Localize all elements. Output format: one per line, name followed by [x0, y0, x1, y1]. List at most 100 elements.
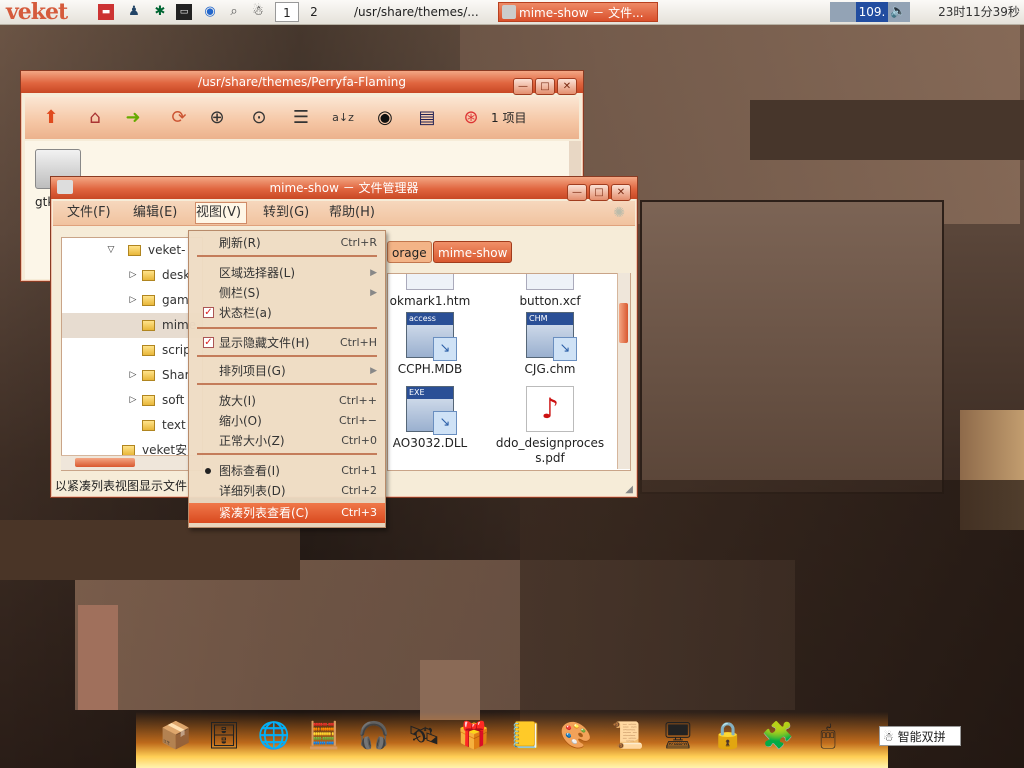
mime-show-titlebar[interactable]: mime-show － 文件管理器 — □ ✕ [51, 177, 637, 201]
tree-row[interactable]: scrip [62, 338, 202, 363]
maximize-button[interactable]: □ [589, 184, 609, 201]
file-item[interactable]: okmark1.htm [388, 274, 490, 309]
globe-plane-icon[interactable]: 🌐 [256, 718, 292, 754]
package-icon[interactable]: 📦 [158, 718, 194, 754]
notepad-icon[interactable]: 📒 [508, 718, 544, 754]
radio-selected-icon[interactable] [205, 468, 211, 474]
tree-row[interactable]: text [62, 413, 202, 438]
menu-go[interactable]: 转到(G) [263, 201, 309, 225]
expander-icon[interactable]: ▷ [128, 288, 138, 313]
expander-icon[interactable]: ▷ [128, 263, 138, 288]
view-menu-item[interactable]: 详细列表(D) Ctrl+2 [189, 481, 385, 501]
file-name: CCPH.MDB [397, 362, 463, 376]
view-menu-item[interactable]: 正常大小(Z) Ctrl+0 [189, 431, 385, 451]
zoom-in-icon[interactable]: ⊕ [203, 105, 231, 131]
workspace-1[interactable]: 1 [275, 2, 299, 22]
expander-icon[interactable]: ▽ [106, 238, 116, 263]
folder-icon [142, 395, 155, 406]
view-menu-item[interactable]: 放大(I) Ctrl++ [189, 391, 385, 411]
themes-scrollbar[interactable] [569, 141, 581, 181]
sort-az-icon[interactable]: a↓z [329, 105, 357, 131]
view-menu-item[interactable]: 排列项目(G) ▶ [189, 361, 385, 381]
menu-file[interactable]: 文件(F) [67, 201, 111, 225]
close-button[interactable]: ✕ [557, 78, 577, 95]
workspace-2[interactable]: 2 [302, 2, 326, 22]
view-menu-item[interactable]: 缩小(O) Ctrl+− [189, 411, 385, 431]
menu-edit[interactable]: 编辑(E) [133, 201, 177, 225]
view-menu-item[interactable]: 图标查看(I) Ctrl+1 [189, 461, 385, 481]
close-button[interactable]: ✕ [611, 184, 631, 201]
desk-icon[interactable]: 🗄 [206, 718, 242, 754]
headset-icon[interactable]: 🎧 [356, 718, 392, 754]
file-icon [406, 274, 454, 290]
tree-row[interactable]: mime [62, 313, 202, 338]
zoom-fit-icon[interactable]: ⊙ [245, 105, 273, 131]
up-icon[interactable]: ⬆ [37, 105, 65, 131]
terminal-icon[interactable]: ▭ [176, 4, 192, 20]
view-list-icon[interactable]: ☰ [287, 105, 315, 131]
task-mime-show-window[interactable]: mime-show － 文件... [498, 2, 658, 22]
file-item[interactable]: EXE ↘ AO3032.DLL [388, 386, 490, 451]
tree-row[interactable]: ▷ desk [62, 263, 202, 288]
menu-view[interactable]: 视图(V) [195, 202, 247, 224]
path-button-orage[interactable]: orage [387, 241, 432, 263]
expander-icon[interactable]: ▷ [128, 388, 138, 413]
details-view-icon[interactable]: ▤ [413, 105, 441, 131]
help-lifebuoy-icon[interactable]: ⊛ [457, 105, 485, 131]
computer-icon[interactable]: 🖥 [660, 718, 696, 754]
path-button-mime-show[interactable]: mime-show [433, 241, 513, 263]
view-menu-item[interactable]: 区域选择器(L) ▶ [189, 263, 385, 283]
satellite-icon[interactable]: 🛰 [406, 718, 442, 754]
view-menu-item[interactable]: ✓ 状态栏(a) [189, 303, 385, 323]
h-scrollbar-thumb[interactable] [75, 458, 135, 467]
lock-icon[interactable]: 🔒 [710, 718, 746, 754]
puzzle-icon[interactable]: 🧩 [760, 718, 796, 754]
tree-row[interactable]: ▽ veket- [62, 238, 202, 263]
tree-row[interactable]: ▷ soft [62, 388, 202, 413]
file-item[interactable]: CHM ↘ CJG.chm [490, 312, 610, 377]
expander-icon[interactable]: ▷ [128, 363, 138, 388]
submenu-arrow-icon: ▶ [370, 268, 377, 278]
home-icon[interactable]: ⌂ [81, 105, 109, 131]
gear-icon[interactable]: ✱ [152, 4, 168, 20]
minimize-button[interactable]: — [513, 78, 533, 95]
themes-window-titlebar[interactable]: /usr/share/themes/Perryfa-Flaming — □ ✕ [21, 71, 583, 95]
abacus-icon[interactable]: 🧮 [306, 718, 342, 754]
maximize-button[interactable]: □ [535, 78, 555, 95]
file-item[interactable]: ♪ ddo_designproces s.pdf [490, 386, 610, 466]
resize-grip-icon[interactable]: ◢ [625, 484, 633, 495]
input-method-indicator[interactable]: ☃ 智能双拼 [879, 726, 961, 746]
menu-help[interactable]: 帮助(H) [329, 201, 375, 225]
minimize-button[interactable]: — [567, 184, 587, 201]
vertical-scrollbar[interactable] [617, 273, 630, 469]
go-icon[interactable]: ➜ [119, 105, 147, 131]
presentation-icon[interactable]: ▬ [98, 4, 114, 20]
volume-control[interactable]: 109. 🔈 [830, 2, 910, 22]
gift-icon[interactable]: 🎁 [456, 718, 492, 754]
veket-logo[interactable]: veket [6, 0, 68, 24]
scroll-icon[interactable]: 📜 [610, 718, 646, 754]
horizontal-scrollbar[interactable] [61, 455, 201, 470]
view-menu-item[interactable]: 侧栏(S) ▶ [189, 283, 385, 303]
mouse-icon[interactable]: 🖱 [810, 718, 846, 754]
refresh-icon[interactable]: ⟳ [165, 105, 193, 131]
view-menu-item[interactable]: 刷新(R) Ctrl+R [189, 233, 385, 253]
checkbox-checked-icon[interactable]: ✓ [203, 337, 214, 348]
checkbox-checked-icon[interactable]: ✓ [203, 307, 214, 318]
tree-row[interactable]: ▷ Shar [62, 363, 202, 388]
file-item[interactable]: access ↘ CCPH.MDB [388, 312, 490, 377]
view-menu-item[interactable]: ✓ 显示隐藏文件(H) Ctrl+H [189, 333, 385, 353]
task-themes-window[interactable]: /usr/share/themes/... [350, 2, 494, 22]
file-name: ddo_designproces s.pdf [495, 436, 605, 465]
clock: 23时11分39秒 [938, 5, 1020, 19]
view-menu-item[interactable]: 紧凑列表查看(C) Ctrl+3 [189, 503, 385, 523]
search-icon[interactable]: ⌕ [226, 4, 242, 20]
user-icon[interactable]: ♟ [126, 4, 142, 20]
scrollbar-thumb[interactable] [619, 303, 628, 343]
browser-icon[interactable]: ◉ [202, 4, 218, 20]
paint-icon[interactable]: 🎨 [558, 718, 594, 754]
tree-row[interactable]: ▷ gam [62, 288, 202, 313]
eye-icon[interactable]: ◉ [371, 105, 399, 131]
file-item[interactable]: button.xcf [490, 274, 610, 309]
qq-penguin-icon[interactable]: ☃ [250, 4, 266, 20]
